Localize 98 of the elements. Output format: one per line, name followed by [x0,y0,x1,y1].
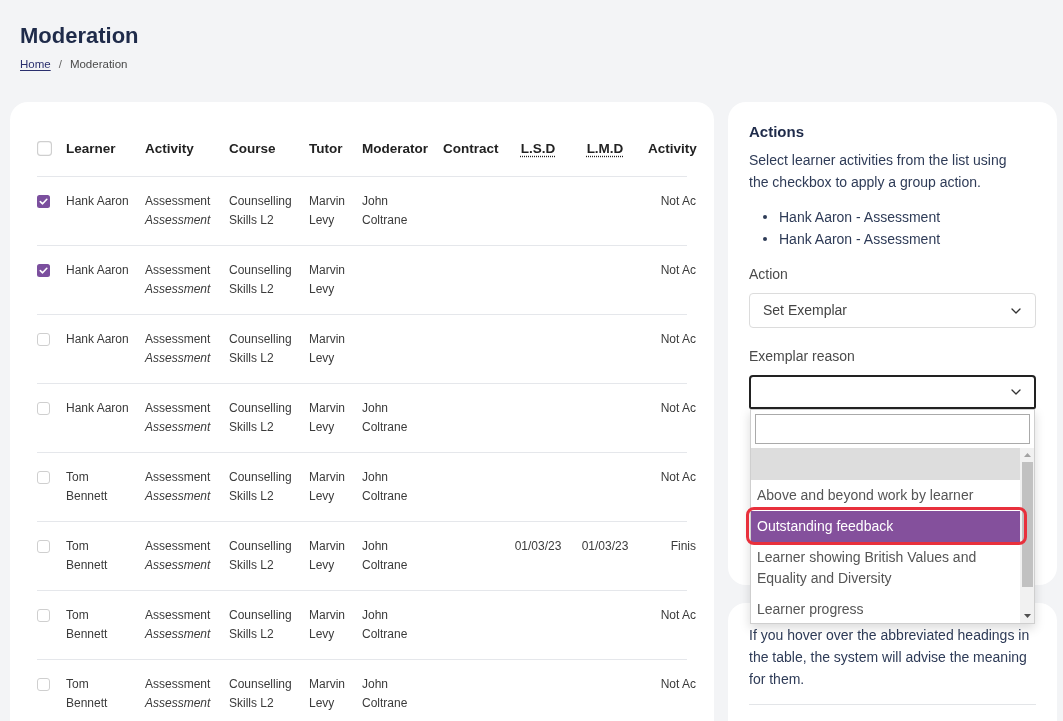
scroll-up-icon[interactable] [1023,453,1031,457]
status-text: Not Ac [660,676,696,693]
bullet-icon [763,237,767,241]
column-header[interactable]: Contract [443,140,499,158]
date-text: 01/03/23 [514,538,562,555]
actions-heading: Actions [749,122,804,142]
checkbox[interactable] [37,402,50,415]
activity-type: Assessment [145,212,211,229]
selected-activity: Hank Aaron - Assessment [779,208,941,227]
tutor-name: Marvin Levy [309,193,346,229]
tutor-name: Marvin Levy [309,676,346,712]
field-label: Action [749,265,788,284]
learner-name: Hank Aaron [66,193,130,210]
learner-name: Tom Bennett [66,676,109,712]
activity-type: Assessment [145,557,211,574]
chevron-down-icon [1011,389,1021,395]
dropdown-option[interactable]: Learner progress [751,594,1020,623]
page-title: Moderation [20,22,139,50]
search-field[interactable] [755,414,1030,444]
breadcrumb-link[interactable]: Home [20,56,51,72]
checkbox[interactable] [37,333,50,346]
activity-title: Assessment [145,469,211,486]
column-header[interactable]: Tutor [309,140,343,158]
activity-title: Assessment [145,400,211,417]
checkbox[interactable] [37,471,50,484]
moderator-name: John Coltrane [362,193,409,229]
column-header[interactable]: Activity [648,140,697,158]
field-label: Exemplar reason [749,347,855,366]
course-title: Counselling Skills L2 [229,676,293,712]
activity-type: Assessment [145,350,211,367]
checkbox[interactable] [37,141,52,156]
column-header[interactable]: Moderator [362,140,428,158]
learner-name: Tom Bennett [66,469,109,505]
moderator-name: John Coltrane [362,538,409,574]
tutor-name: Marvin Levy [309,400,346,436]
activity-title: Assessment [145,331,211,348]
chevron-down-icon [1011,307,1021,314]
breadcrumb-current: Moderation [69,57,128,72]
course-title: Counselling Skills L2 [229,193,293,229]
activity-title: Assessment [145,538,211,555]
learner-name: Tom Bennett [66,538,109,574]
tutor-name: Marvin Levy [309,607,346,643]
status-text: Not Ac [660,331,696,348]
course-title: Counselling Skills L2 [229,262,293,298]
moderator-name: John Coltrane [362,607,409,643]
checkbox[interactable] [37,540,50,553]
status-text: Not Ac [660,607,696,624]
activity-type: Assessment [145,488,211,505]
status-text: Not Ac [660,193,696,210]
checkbox[interactable] [37,609,50,622]
course-title: Counselling Skills L2 [229,607,293,643]
scrollbar[interactable] [1020,448,1034,623]
learner-name: Hank Aaron [66,262,130,279]
course-title: Counselling Skills L2 [229,400,293,436]
checkbox[interactable] [37,264,50,277]
tutor-name: Marvin Levy [309,262,346,298]
selected-activity: Hank Aaron - Assessment [779,230,941,249]
learner-name: Hank Aaron [66,400,130,417]
activity-title: Assessment [145,607,211,624]
help-text: If you hover over the abbreviated headings in the table, the system will advise the meaning for them. [749,626,1031,689]
learner-name: Tom Bennett [66,607,109,643]
scrollbar-thumb[interactable] [1021,462,1033,587]
column-header[interactable]: Activity [145,140,194,158]
tutor-name: Marvin Levy [309,331,346,367]
learner-name: Hank Aaron [66,331,130,348]
status-text: Not Ac [660,469,696,486]
status-text: Not Ac [660,400,696,417]
checkbox[interactable] [37,678,50,691]
checkbox[interactable] [37,195,50,208]
activity-type: Assessment [145,695,211,712]
status-text: Not Ac [660,262,696,279]
course-title: Counselling Skills L2 [229,469,293,505]
column-header[interactable]: L.M.D [586,140,624,158]
activity-title: Assessment [145,262,211,279]
scroll-down-icon[interactable] [1023,614,1031,618]
actions-description: Select learner activities from the list using the checkbox to apply a group action. [749,151,1008,192]
column-header[interactable]: L.S.D [520,140,556,158]
column-header[interactable]: Learner [66,140,116,158]
activity-type: Assessment [145,419,211,436]
moderator-name: John Coltrane [362,676,409,712]
dropdown-option[interactable]: Outstanding feedback [751,511,1020,542]
course-title: Counselling Skills L2 [229,538,293,574]
activity-type: Assessment [145,281,211,298]
date-text: 01/03/23 [581,538,629,555]
tutor-name: Marvin Levy [309,469,346,505]
activity-type: Assessment [145,626,211,643]
bullet-icon [763,215,767,219]
reason-select[interactable] [749,375,1036,409]
moderator-name: John Coltrane [362,400,409,436]
course-title: Counselling Skills L2 [229,331,293,367]
tutor-name: Marvin Levy [309,538,346,574]
breadcrumb-separator: / [58,57,62,72]
status-text: Finis [670,538,696,555]
action-select[interactable]: Set Exemplar [749,293,1036,328]
activity-title: Assessment [145,676,211,693]
moderator-name: John Coltrane [362,469,409,505]
activity-title: Assessment [145,193,211,210]
column-header[interactable]: Course [229,140,276,158]
